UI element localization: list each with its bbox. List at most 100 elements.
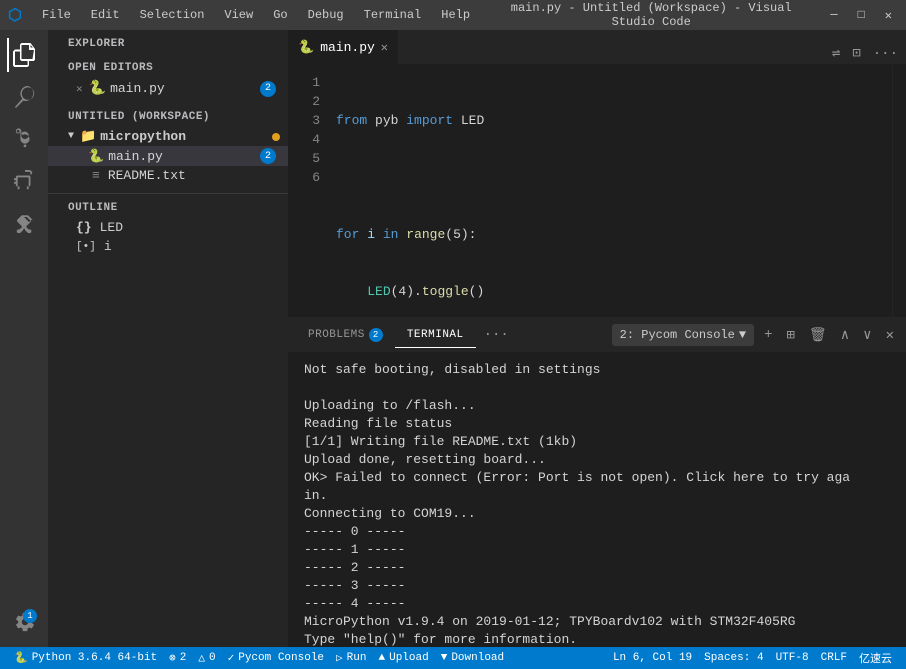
pycom-label: Pycom Console (238, 652, 324, 664)
explorer-header[interactable]: EXPLORER (48, 30, 288, 54)
editor-badge: 2 (260, 81, 276, 97)
tab-py-icon: 🐍 (298, 40, 314, 55)
open-editors-header[interactable]: OPEN EDITORS (48, 54, 288, 78)
terminal-more-icon[interactable]: ··· (476, 327, 517, 343)
tab-mainpy[interactable]: 🐍 main.py ✕ (288, 30, 399, 64)
outline-item-i[interactable]: [•] i (48, 237, 288, 256)
folder-micropython[interactable]: ▼ 📁 micropython (48, 127, 288, 146)
terminal-split-icon[interactable]: ⊞ (782, 325, 798, 346)
outline-bracket-icon: {} (76, 220, 92, 235)
more-actions-icon[interactable]: ⊡ (848, 43, 864, 64)
python-version: Python 3.6.4 64-bit (32, 652, 157, 664)
file-mainpy[interactable]: 🐍 main.py 2 (48, 146, 288, 166)
status-errors[interactable]: ⊗ 2 (163, 647, 192, 669)
terminal-line-14: ----- 4 ----- (304, 595, 890, 613)
check-icon: ✓ (228, 651, 235, 665)
folder-name: micropython (100, 129, 268, 144)
code-line-4: LED(4).toggle() (336, 282, 884, 301)
tab-overflow-icon[interactable]: ··· (869, 44, 902, 64)
outline-item-led[interactable]: {} LED (48, 218, 288, 237)
terminal-body[interactable]: Not safe booting, disabled in settings U… (288, 353, 906, 647)
terminal-expand-icon[interactable]: ∨ (859, 325, 875, 346)
terminal-line-4: Reading file status (304, 415, 890, 433)
status-right: Ln 6, Col 19 Spaces: 4 UTF-8 CRLF 亿速云 (607, 647, 898, 669)
terminal-close-icon[interactable]: ✕ (882, 325, 898, 346)
line-numbers: 1 2 3 4 5 6 (288, 65, 328, 317)
settings-activity-icon[interactable]: 1 (7, 605, 41, 639)
file-readmetxt[interactable]: ≡ README.txt (48, 166, 288, 185)
menu-terminal[interactable]: Terminal (356, 6, 430, 24)
menu-edit[interactable]: Edit (83, 6, 128, 24)
run-icon: ▷ (336, 651, 343, 665)
download-icon: ▼ (441, 652, 448, 664)
tab-terminal[interactable]: TERMINAL (395, 323, 476, 348)
terminal-add-icon[interactable]: + (760, 325, 776, 345)
titlebar: ⬡ File Edit Selection View Go Debug Term… (0, 0, 906, 30)
terminal-line-5: [1/1] Writing file README.txt (1kb) (304, 433, 890, 451)
tab-filename: main.py (320, 40, 375, 55)
status-eol[interactable]: CRLF (815, 647, 853, 669)
close-editor-icon[interactable]: ✕ (76, 82, 83, 96)
workspace-section: UNTITLED (WORKSPACE) ▼ 📁 micropython 🐍 m… (48, 103, 288, 185)
terminal-line-16: Type "help()" for more information. (304, 631, 890, 647)
menu-debug[interactable]: Debug (300, 6, 352, 24)
open-editor-mainpy[interactable]: ✕ 🐍 main.py 2 (48, 78, 288, 99)
status-encoding[interactable]: UTF-8 (770, 647, 815, 669)
tab-problems[interactable]: PROBLEMS2 (296, 322, 395, 348)
terminal-line-12: ----- 2 ----- (304, 559, 890, 577)
encoding-text: UTF-8 (776, 652, 809, 664)
extensions-activity-icon[interactable] (7, 206, 41, 240)
brand-text: 亿速云 (859, 650, 892, 666)
code-editor[interactable]: 1 2 3 4 5 6 from pyb import LED for i in… (288, 65, 906, 317)
menu-view[interactable]: View (216, 6, 261, 24)
terminal-line-2 (304, 379, 890, 397)
menu-selection[interactable]: Selection (132, 6, 213, 24)
debug-activity-icon[interactable] (7, 164, 41, 198)
warning-count: 0 (209, 652, 216, 664)
menu-help[interactable]: Help (433, 6, 478, 24)
terminal-line-11: ----- 1 ----- (304, 541, 890, 559)
terminal-trash-icon[interactable]: 🗑 (805, 325, 831, 346)
status-python[interactable]: 🐍 Python 3.6.4 64-bit (8, 647, 163, 669)
vscode-logo: ⬡ (8, 5, 22, 25)
status-upload[interactable]: ▲ Upload (372, 647, 434, 669)
sidebar: EXPLORER OPEN EDITORS ✕ 🐍 main.py 2 UNTI… (48, 30, 288, 647)
terminal-line-8: in. (304, 487, 890, 505)
status-position[interactable]: Ln 6, Col 19 (607, 647, 698, 669)
terminal-line-13: ----- 3 ----- (304, 577, 890, 595)
terminal-line-6: Upload done, resetting board... (304, 451, 890, 469)
code-line-2 (336, 168, 884, 187)
console-selector[interactable]: 2: Pycom Console ▼ (612, 324, 754, 346)
menu-file[interactable]: File (34, 6, 79, 24)
outline-i-name: i (104, 239, 112, 254)
status-download[interactable]: ▼ Download (435, 647, 510, 669)
tab-close-icon[interactable]: ✕ (381, 40, 388, 55)
search-activity-icon[interactable] (7, 80, 41, 114)
status-spaces[interactable]: Spaces: 4 (698, 647, 769, 669)
workspace-header[interactable]: UNTITLED (WORKSPACE) (48, 103, 288, 127)
source-control-activity-icon[interactable] (7, 122, 41, 156)
status-run[interactable]: ▷ Run (330, 647, 372, 669)
maximize-button[interactable]: □ (852, 6, 871, 25)
terminal-line-3: Uploading to /flash... (304, 397, 890, 415)
py-file-icon: 🐍 (89, 80, 106, 97)
status-pycom[interactable]: ✓ Pycom Console (222, 647, 330, 669)
close-button[interactable]: ✕ (879, 6, 898, 25)
outline-header[interactable]: OUTLINE (48, 194, 288, 218)
outline-led-name: LED (100, 220, 123, 235)
code-content[interactable]: from pyb import LED for i in range(5): L… (328, 65, 892, 317)
error-icon: ⊗ (169, 651, 176, 665)
status-brand[interactable]: 亿速云 (853, 647, 898, 669)
status-warnings[interactable]: △ 0 (192, 647, 221, 669)
code-line-1: from pyb import LED (336, 111, 884, 130)
upload-label: Upload (389, 652, 429, 664)
split-editor-icon[interactable]: ⇌ (828, 43, 844, 64)
explorer-activity-icon[interactable] (7, 38, 41, 72)
terminal-line-1: Not safe booting, disabled in settings (304, 361, 890, 379)
position-text: Ln 6, Col 19 (613, 652, 692, 664)
terminal-collapse-icon[interactable]: ∧ (837, 325, 853, 346)
menu-go[interactable]: Go (265, 6, 295, 24)
upload-icon: ▲ (378, 652, 385, 664)
minimize-button[interactable]: ─ (824, 6, 843, 25)
folder-triangle-icon: ▼ (68, 131, 74, 142)
